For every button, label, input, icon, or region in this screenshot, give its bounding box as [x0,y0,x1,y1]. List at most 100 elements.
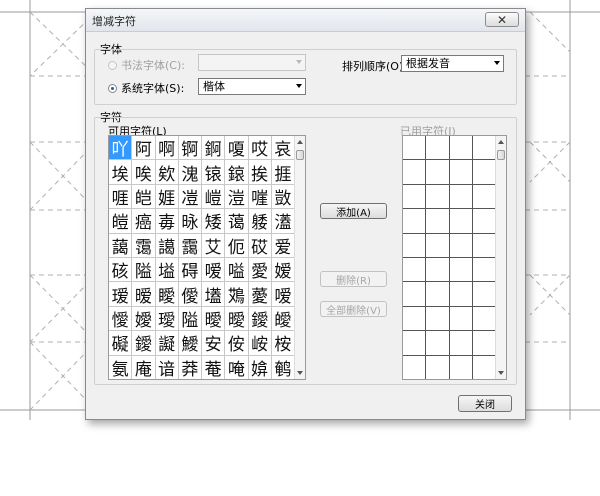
used-char-cell[interactable] [403,160,427,185]
char-cell[interactable]: 嗳 [271,282,295,307]
used-chars-list[interactable] [402,135,507,380]
available-chars-scrollbar[interactable] [294,136,305,379]
used-char-cell[interactable] [426,257,450,283]
used-char-cell[interactable] [472,233,496,258]
char-cell[interactable]: 皧 [271,306,295,332]
char-cell[interactable]: 譺 [155,331,179,356]
sort-order-select[interactable]: 根据发音 [401,55,504,72]
char-cell[interactable]: 桉 [271,331,295,356]
char-cell[interactable]: 壒 [202,282,226,307]
system-font-radio[interactable] [108,83,117,93]
char-cell[interactable]: 鑀 [248,306,272,332]
system-font-select[interactable]: 楷体 [198,78,306,95]
char-cell[interactable]: 砹 [248,233,272,258]
used-chars-grid[interactable] [403,136,496,379]
used-char-cell[interactable] [449,184,473,210]
dialog-titlebar[interactable]: 增减字符 ✕ [86,9,525,32]
char-cell[interactable]: 霭 [132,233,156,258]
used-char-cell[interactable] [426,282,450,307]
char-cell[interactable]: 阿 [132,136,156,161]
char-cell[interactable]: 璦 [155,306,179,332]
scroll-up-icon[interactable] [297,140,303,144]
used-char-cell[interactable] [426,306,450,332]
used-char-cell[interactable] [472,282,496,307]
used-char-cell[interactable] [449,282,473,307]
used-char-cell[interactable] [472,257,496,283]
char-cell[interactable]: 薆 [248,282,272,307]
char-cell[interactable]: 嬡 [132,306,156,332]
char-cell[interactable]: 碍 [178,257,202,283]
char-cell[interactable]: 愛 [248,257,272,283]
used-char-cell[interactable] [426,209,450,234]
char-cell[interactable]: 敳 [271,184,295,210]
char-cell[interactable]: 蔼 [225,209,249,234]
char-cell[interactable]: 欸 [155,160,179,185]
char-cell[interactable]: 挨 [248,160,272,185]
scroll-thumb[interactable] [296,150,304,160]
calligraphy-font-radio[interactable] [108,60,117,70]
char-cell[interactable]: 莽 [178,355,202,379]
char-cell[interactable]: 塧 [155,257,179,283]
used-char-cell[interactable] [403,184,427,210]
used-char-cell[interactable] [449,160,473,185]
used-char-cell[interactable] [449,306,473,332]
close-button[interactable]: 关闭 [458,395,512,412]
char-cell[interactable]: 唉 [132,160,156,185]
char-cell[interactable]: 僾 [178,282,202,307]
char-cell[interactable]: 皚 [109,209,133,234]
titlebar-close-button[interactable]: ✕ [485,12,519,27]
scroll-thumb[interactable] [497,150,505,160]
used-char-cell[interactable] [403,331,427,356]
char-cell[interactable]: 嫒 [271,257,295,283]
used-char-cell[interactable] [449,233,473,258]
system-font-option[interactable]: 系统字体(S): [108,80,184,96]
scroll-down-icon[interactable] [297,371,303,375]
char-cell[interactable]: 伌 [225,233,249,258]
used-char-cell[interactable] [426,184,450,210]
used-char-cell[interactable] [472,184,496,210]
char-cell[interactable]: 庵 [132,355,156,379]
char-cell[interactable]: 皑 [132,184,156,210]
char-cell[interactable]: 曖 [202,306,226,332]
char-cell[interactable]: 鎄 [225,160,249,185]
used-char-cell[interactable] [403,233,427,258]
char-cell[interactable]: 曖 [225,306,249,332]
char-cell[interactable]: 唵 [225,355,249,379]
used-char-cell[interactable] [472,331,496,356]
char-cell[interactable]: 瞹 [155,282,179,307]
char-cell[interactable]: 鱫 [178,331,202,356]
char-cell[interactable]: 濭 [271,209,295,234]
char-cell[interactable]: 隘 [132,257,156,283]
used-char-cell[interactable] [426,355,450,379]
used-char-cell[interactable] [403,306,427,332]
char-cell[interactable]: 哎 [248,136,272,161]
char-cell[interactable]: 菴 [202,355,226,379]
used-char-cell[interactable] [426,331,450,356]
char-cell[interactable]: 哀 [271,136,295,161]
char-cell[interactable]: 譪 [155,233,179,258]
char-cell[interactable]: 暧 [132,282,156,307]
char-cell[interactable]: 靄 [178,233,202,258]
used-char-cell[interactable] [472,136,496,161]
used-char-cell[interactable] [472,306,496,332]
char-cell[interactable]: 嘊 [248,184,272,210]
used-char-cell[interactable] [403,355,427,379]
char-cell[interactable]: 埃 [109,160,133,185]
char-cell[interactable]: 爱 [271,233,295,258]
calligraphy-font-option[interactable]: 书法字体(C): [108,57,185,73]
used-char-cell[interactable] [403,282,427,307]
char-cell[interactable]: 锕 [178,136,202,161]
char-cell[interactable]: 鹌 [271,355,295,379]
used-char-cell[interactable] [449,136,473,161]
available-chars-list[interactable]: 吖阿啊锕錒嗄哎哀埃唉欸溾锿鎄挨捱啀皑娾凒嵦溰嘊敳皚癌毐昹矮蔼躷濭藹霭譪靄艾伌砹爱… [108,135,306,380]
used-char-cell[interactable] [403,136,427,161]
char-cell[interactable]: 氨 [109,355,133,379]
char-cell[interactable]: 锿 [202,160,226,185]
char-cell[interactable]: 瑷 [109,282,133,307]
used-char-cell[interactable] [426,160,450,185]
char-cell[interactable]: 鑀 [132,331,156,356]
calligraphy-font-select[interactable] [198,54,306,71]
char-cell[interactable]: 娾 [155,184,179,210]
used-char-cell[interactable] [449,331,473,356]
delete-button[interactable]: 删除(R) [320,271,387,287]
